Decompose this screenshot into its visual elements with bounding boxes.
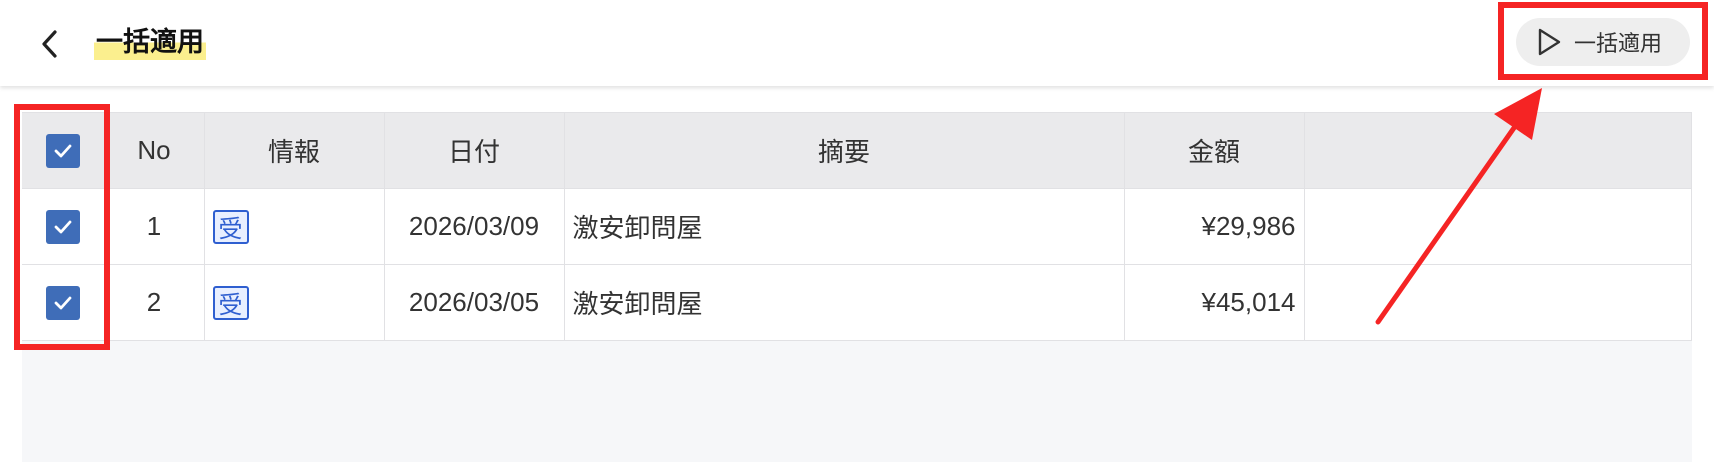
column-header-info: 情報 [203, 112, 385, 189]
row-summary: 激安卸問屋 [563, 264, 1125, 341]
select-all-cell [22, 112, 105, 189]
row-date: 2026/03/09 [383, 188, 565, 265]
row-date: 2026/03/05 [383, 264, 565, 341]
table-row[interactable]: 1 受 2026/03/09 激安卸問屋 ¥29,986 [22, 188, 1692, 265]
row-amount: ¥45,014 [1123, 264, 1305, 341]
select-all-checkbox[interactable] [45, 133, 80, 168]
bulk-apply-button[interactable]: 一括適用 [1516, 18, 1690, 66]
column-header-extra [1303, 112, 1692, 189]
row-info: 受 [203, 264, 385, 341]
row-select-cell [22, 264, 105, 341]
chevron-left-icon [42, 30, 57, 58]
checkmark-icon [54, 296, 72, 309]
play-outline-icon [1538, 28, 1561, 56]
row-select-cell [22, 188, 105, 265]
table-header-row: No 情報 日付 摘要 金額 [22, 112, 1692, 189]
row-amount: ¥29,986 [1123, 188, 1305, 265]
transactions-table: No 情報 日付 摘要 金額 1 受 2026/03/09 激安卸問屋 ¥29, [22, 112, 1692, 341]
received-badge: 受 [212, 209, 249, 244]
row-no: 1 [103, 188, 205, 265]
table-row[interactable]: 2 受 2026/03/05 激安卸問屋 ¥45,014 [22, 264, 1692, 341]
row-no: 2 [103, 264, 205, 341]
column-header-summary: 摘要 [563, 112, 1125, 189]
page-title: 一括適用 [94, 24, 206, 60]
received-badge: 受 [212, 285, 249, 320]
column-header-date: 日付 [383, 112, 565, 189]
row-summary: 激安卸問屋 [563, 188, 1125, 265]
column-header-no: No [103, 112, 205, 189]
row-info: 受 [203, 188, 385, 265]
checkmark-icon [54, 144, 72, 157]
bulk-apply-button-label: 一括適用 [1574, 31, 1663, 56]
header-bar: 一括適用 一括適用 [0, 0, 1714, 86]
column-header-amount: 金額 [1123, 112, 1305, 189]
row-extra [1303, 264, 1692, 341]
row-checkbox[interactable] [45, 209, 80, 244]
row-checkbox[interactable] [45, 285, 80, 320]
row-extra [1303, 188, 1692, 265]
back-button[interactable] [30, 24, 70, 64]
checkmark-icon [54, 220, 72, 233]
